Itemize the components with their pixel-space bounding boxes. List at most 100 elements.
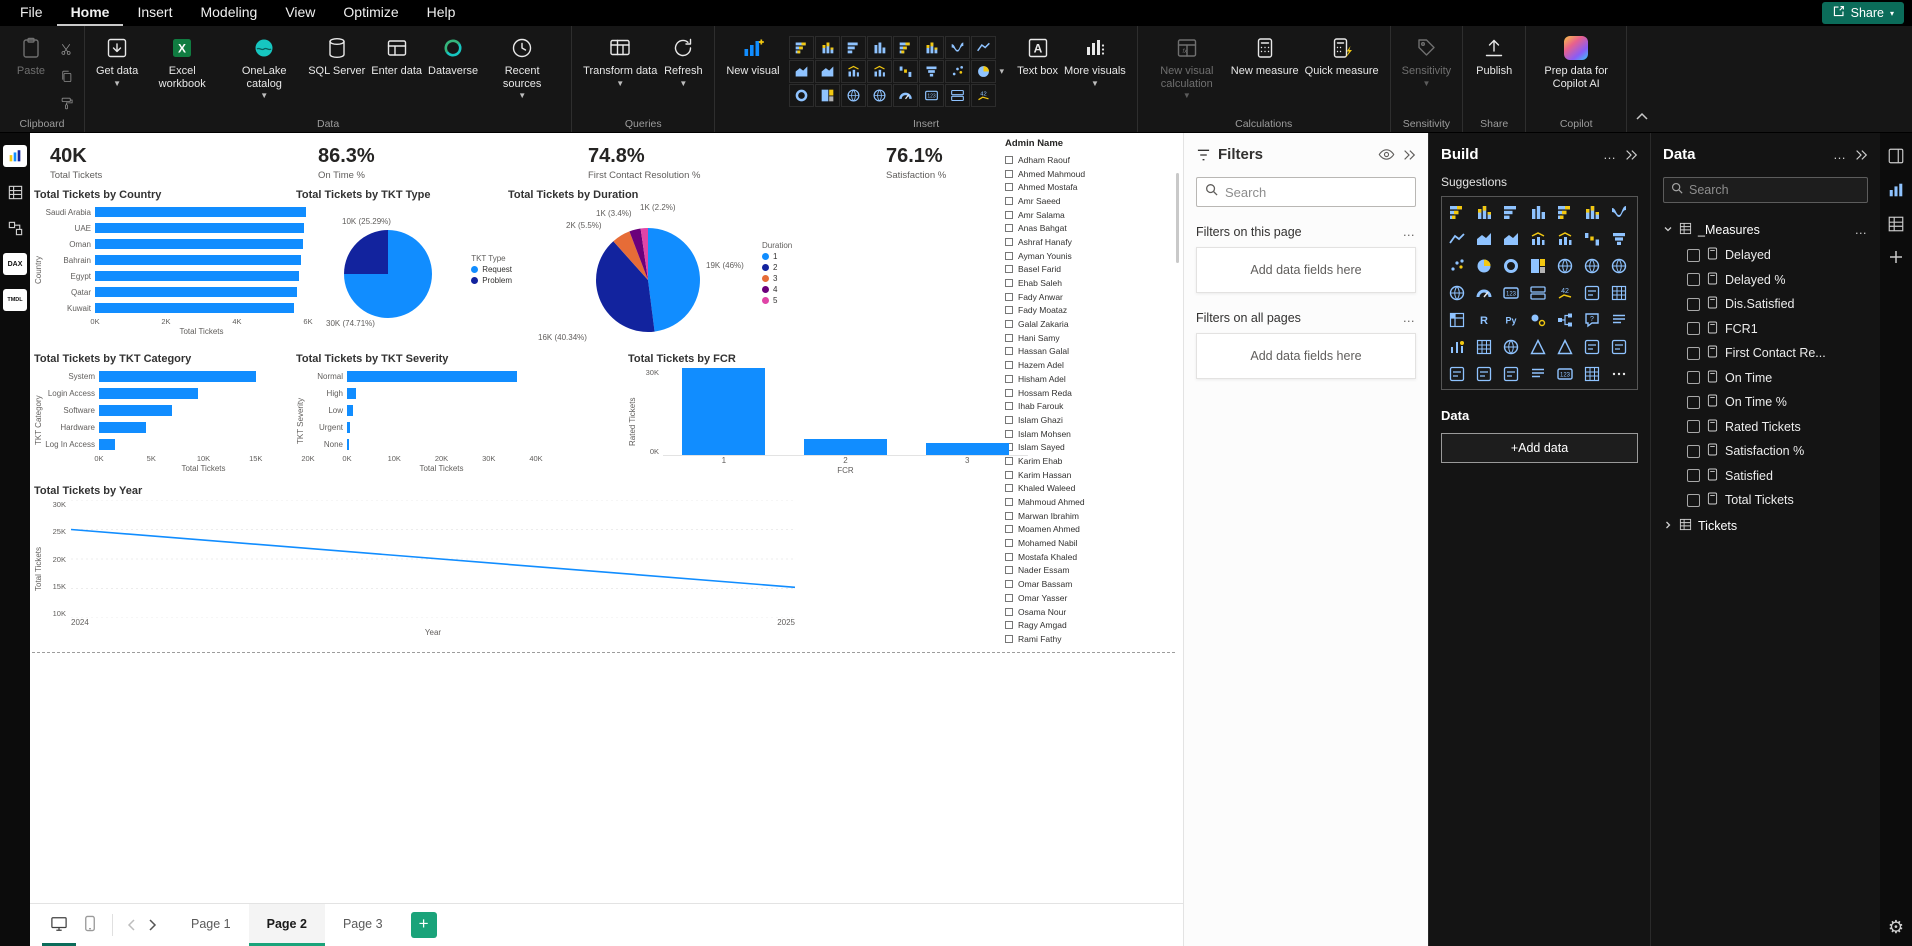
data-field-dis-satisfied[interactable]: Dis.Satisfied [1651, 292, 1880, 317]
bar[interactable] [95, 223, 304, 233]
checkbox[interactable] [1005, 279, 1013, 287]
matrix-icon[interactable] [1444, 307, 1470, 333]
collapse-pane-icon[interactable] [1402, 149, 1416, 161]
power-automate-visual-icon[interactable] [1552, 334, 1578, 360]
slicer-item-ehab-saleh[interactable]: Ehab Saleh [1003, 276, 1179, 290]
line-stacked-column-chart-icon[interactable] [841, 60, 866, 83]
clustered-bar-chart-icon[interactable] [841, 36, 866, 59]
donut-chart-icon[interactable] [789, 84, 814, 107]
bar[interactable] [95, 239, 303, 249]
checkbox[interactable] [1005, 183, 1013, 191]
arcgis-map-icon[interactable] [1498, 334, 1524, 360]
table-view-icon[interactable] [3, 181, 27, 203]
column[interactable] [682, 368, 765, 455]
slicer-icon[interactable] [1579, 280, 1605, 306]
field-checkbox[interactable] [1687, 298, 1700, 311]
tmdl-view-icon[interactable]: TMDL [3, 289, 27, 311]
slicer-item-amr-salama[interactable]: Amr Salama [1003, 208, 1179, 222]
menu-tab-help[interactable]: Help [413, 0, 470, 26]
pie-chart-icon[interactable] [971, 60, 996, 83]
bar[interactable] [347, 439, 349, 450]
excel-workbook-button[interactable]: XExcel workbook [141, 32, 223, 90]
bar[interactable] [95, 287, 297, 297]
enter-data-button[interactable]: Enter data [368, 32, 425, 78]
stacked-bar-chart-icon[interactable] [789, 36, 814, 59]
data-field-fcr1[interactable]: FCR1 [1651, 317, 1880, 342]
slicer-item-adham-raouf[interactable]: Adham Raouf [1003, 153, 1179, 167]
slicer-item-galal-zakaria[interactable]: Galal Zakaria [1003, 317, 1179, 331]
field-parameters-icon[interactable] [1525, 361, 1551, 387]
field-checkbox[interactable] [1687, 420, 1700, 433]
legend-item-3[interactable]: 3 [762, 274, 792, 283]
filters-page-drop-area[interactable]: Add data fields here [1196, 247, 1416, 293]
100-stacked-column-chart-icon[interactable] [1579, 199, 1605, 225]
checkbox[interactable] [1005, 252, 1013, 260]
slicer-item-omar-bassam[interactable]: Omar Bassam [1003, 577, 1179, 591]
kpi-on-time[interactable]: 86.3% On Time % [318, 145, 375, 181]
waterfall-chart-icon[interactable] [1579, 226, 1605, 252]
more-options-icon[interactable]: … [1603, 147, 1617, 162]
multi-row-card-icon[interactable] [945, 84, 970, 107]
dax-query-view-icon[interactable]: DAX [3, 253, 27, 275]
r-script-visual-icon[interactable]: R [1471, 307, 1497, 333]
publish-button[interactable]: Publish [1471, 32, 1517, 78]
settings-gear-icon[interactable]: ⚙ [1888, 917, 1904, 938]
line-stacked-column-chart-icon[interactable] [1525, 226, 1551, 252]
legend-item-2[interactable]: 2 [762, 263, 792, 272]
slicer-item-osama-nour[interactable]: Osama Nour [1003, 605, 1179, 619]
checkbox[interactable] [1005, 635, 1013, 643]
slicer-item-ahmed-mostafa[interactable]: Ahmed Mostafa [1003, 180, 1179, 194]
kpi-first-contact-resolution[interactable]: 74.8% First Contact Resolution % [588, 145, 700, 181]
column[interactable] [926, 443, 1009, 455]
data-table-tickets[interactable]: Tickets [1651, 513, 1880, 539]
total-tickets-by-country-chart[interactable]: Total Tickets by CountryCountrySaudi Ara… [34, 189, 308, 349]
data-search[interactable] [1663, 177, 1868, 203]
field-checkbox[interactable] [1687, 347, 1700, 360]
filters-search[interactable] [1196, 177, 1416, 207]
data-field-on-time[interactable]: On Time [1651, 366, 1880, 391]
more-options-icon[interactable]: … [1855, 223, 1869, 237]
slicer-item-mohamed-nabil[interactable]: Mohamed Nabil [1003, 536, 1179, 550]
slicer-item-nader-essam[interactable]: Nader Essam [1003, 564, 1179, 578]
admin-name-slicer[interactable]: Admin NameAdham RaoufAhmed MahmoudAhmed … [1003, 136, 1179, 652]
checkbox[interactable] [1005, 498, 1013, 506]
total-tickets-by-year-chart[interactable]: Total Tickets by YearTotal Tickets30K25K… [34, 485, 824, 651]
data-pane-toggle-icon[interactable] [1887, 215, 1905, 233]
decomposition-tree-icon[interactable] [1552, 307, 1578, 333]
line-clustered-column-chart-icon[interactable] [1552, 226, 1578, 252]
metrics-icon[interactable] [1444, 334, 1470, 360]
bar[interactable] [99, 371, 256, 382]
legend-item-5[interactable]: 5 [762, 296, 792, 305]
refresh-button[interactable]: Refresh▼ [660, 32, 706, 88]
menu-tab-optimize[interactable]: Optimize [329, 0, 412, 26]
more-options-icon[interactable]: … [1833, 147, 1847, 162]
pie-slice-1[interactable] [648, 228, 700, 332]
table-icon[interactable] [1606, 280, 1632, 306]
legend-item-problem[interactable]: Problem [471, 276, 512, 285]
checkbox[interactable] [1005, 539, 1013, 547]
clustered-column-chart-icon[interactable] [867, 36, 892, 59]
smart-narrative-icon[interactable] [1606, 307, 1632, 333]
checkbox[interactable] [1005, 156, 1013, 164]
chevron-right-icon[interactable] [1663, 519, 1673, 533]
new-measure-button[interactable]: New measure [1228, 32, 1302, 78]
dataverse-button[interactable]: Dataverse [425, 32, 481, 78]
kpi-total-tickets[interactable]: 40K Total Tickets [50, 145, 102, 181]
slicer-item-islam-ghazi[interactable]: Islam Ghazi [1003, 413, 1179, 427]
checkbox[interactable] [1005, 320, 1013, 328]
slicer-item-hossam-reda[interactable]: Hossam Reda [1003, 386, 1179, 400]
checkbox[interactable] [1005, 621, 1013, 629]
slicer-item-omar-yasser[interactable]: Omar Yasser [1003, 591, 1179, 605]
stacked-area-chart-icon[interactable] [815, 60, 840, 83]
qna-visual-icon[interactable]: ? [1579, 307, 1605, 333]
menu-tab-home[interactable]: Home [57, 0, 124, 26]
text-slicer-icon[interactable] [1606, 334, 1632, 360]
scrollbar[interactable] [1176, 173, 1179, 263]
checkbox[interactable] [1005, 293, 1013, 301]
add-pane-icon[interactable] [1888, 249, 1904, 265]
checkbox[interactable] [1005, 170, 1013, 178]
page-tab-page-2[interactable]: Page 2 [249, 904, 325, 946]
slicer-item-ragy-amgad[interactable]: Ragy Amgad [1003, 618, 1179, 632]
legend-item-4[interactable]: 4 [762, 285, 792, 294]
card-icon[interactable]: 123 [1498, 280, 1524, 306]
